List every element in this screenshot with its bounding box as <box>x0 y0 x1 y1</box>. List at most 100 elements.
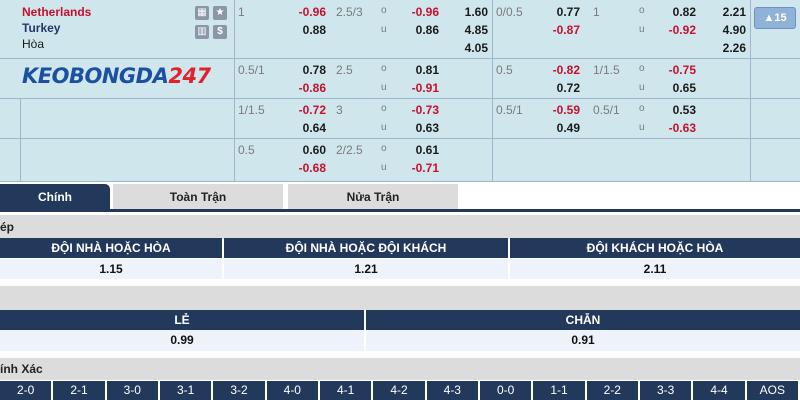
over-label: o <box>639 103 645 114</box>
score-column-header: 2-1 <box>53 381 105 400</box>
odds-value[interactable]: -0.91 <box>393 81 439 95</box>
under-label: u <box>381 122 387 133</box>
odds-value[interactable]: -0.73 <box>393 103 439 117</box>
draw-label: Hòa <box>22 37 45 51</box>
double-chance-value-row: 1.15 1.21 2.11 <box>0 259 800 279</box>
under-label: u <box>639 82 645 93</box>
score-column-header: AOS <box>746 381 798 400</box>
chart-icon[interactable]: ▥ <box>195 25 209 39</box>
odds-value[interactable]: 2.21 <box>700 5 746 19</box>
total-line: 0.5/1 <box>593 103 620 117</box>
odds-value[interactable]: -0.68 <box>280 161 326 175</box>
over-label: o <box>381 143 387 154</box>
home-team-name[interactable]: Netherlands <box>22 5 91 19</box>
odds-value[interactable]: 0.88 <box>280 23 326 37</box>
odds-value[interactable]: -0.86 <box>280 81 326 95</box>
odds-value[interactable]: -0.92 <box>650 23 696 37</box>
odds-value[interactable]: -0.72 <box>280 103 326 117</box>
double-chance-header-row: ĐỘI NHÀ HOẶC HÒA ĐỘI NHÀ HOẶC ĐỘI KHÁCH … <box>0 238 800 258</box>
over-label: o <box>381 103 387 114</box>
section-title-odd-even <box>0 286 800 310</box>
tab-underline <box>0 209 800 212</box>
odds-value[interactable]: 0.60 <box>280 143 326 157</box>
odds-value[interactable]: 0.86 <box>393 23 439 37</box>
odds-value[interactable]: -0.96 <box>280 5 326 19</box>
correct-score-header-row: 2-0 2-1 3-0 3-1 3-2 4-0 4-1 4-2 4-3 0-0 1-1 2-2 3-3 4… <box>0 381 800 400</box>
score-column-header: 4-0 <box>266 381 318 400</box>
section-title-double-chance: ép <box>0 215 800 239</box>
over-label: o <box>381 5 387 16</box>
odds-value[interactable]: 4.90 <box>700 23 746 37</box>
away-team-name[interactable]: Turkey <box>22 21 60 35</box>
under-label: u <box>639 24 645 35</box>
odd-even-value-row: 0.99 0.91 <box>0 330 800 351</box>
total-line: 1 <box>593 5 600 19</box>
over-label: o <box>639 63 645 74</box>
odds-value[interactable]: -0.96 <box>393 5 439 19</box>
odds-value[interactable]: 4.05 <box>444 41 488 55</box>
tab-main[interactable]: Chính <box>0 184 110 210</box>
more-markets-button[interactable]: ▲15 <box>754 7 796 29</box>
odds-value[interactable]: 0.82 <box>650 5 696 19</box>
handicap-line: 1/1.5 <box>238 103 265 117</box>
odds-value[interactable]: 0.81 <box>393 63 439 77</box>
score-column-header: 3-1 <box>160 381 212 400</box>
odds-value[interactable]: -0.71 <box>393 161 439 175</box>
odds-value[interactable]: 2.26 <box>700 41 746 55</box>
column-header: ĐỘI KHÁCH HOẶC HÒA <box>510 238 800 258</box>
section-title-correct-score: ính Xác <box>0 358 800 380</box>
site-logo: KEOBONGDA247 <box>22 64 211 88</box>
odds-table: Netherlands Turkey Hòa ▦ ★ ▥ $ KEOBONGDA… <box>0 0 800 182</box>
odds-value[interactable]: 4.85 <box>444 23 488 37</box>
odds-value[interactable]: 0.61 <box>393 143 439 157</box>
odds-value[interactable]: 0.53 <box>650 103 696 117</box>
under-label: u <box>381 24 387 35</box>
score-column-header: 4-1 <box>320 381 372 400</box>
odds-value[interactable]: -0.63 <box>650 121 696 135</box>
odds-value[interactable]: 0.63 <box>393 121 439 135</box>
odds-value[interactable]: -0.87 <box>534 23 580 37</box>
row-divider <box>0 181 800 182</box>
odds-value[interactable]: -0.82 <box>534 63 580 77</box>
odds-value[interactable]: 2.11 <box>510 259 800 279</box>
column-header: CHẴN <box>366 310 800 330</box>
score-column-header: 4-3 <box>426 381 478 400</box>
score-column-header: 4-2 <box>373 381 425 400</box>
column-header: ĐỘI NHÀ HOẶC ĐỘI KHÁCH <box>224 238 508 258</box>
odds-value[interactable]: 1.21 <box>224 259 508 279</box>
handicap-line: 0.5/1 <box>238 63 265 77</box>
odds-value[interactable]: 0.64 <box>280 121 326 135</box>
odds-value[interactable]: 0.77 <box>534 5 580 19</box>
handicap-line: 0.5 <box>238 143 255 157</box>
odds-value[interactable]: 1.60 <box>444 5 488 19</box>
odds-value[interactable]: 1.15 <box>0 259 222 279</box>
odds-value[interactable]: -0.75 <box>650 63 696 77</box>
over-label: o <box>639 5 645 16</box>
star-icon[interactable]: ★ <box>213 6 227 20</box>
col-divider <box>20 98 21 182</box>
odds-value[interactable]: 0.72 <box>534 81 580 95</box>
under-label: u <box>639 122 645 133</box>
dollar-icon[interactable]: $ <box>213 25 227 39</box>
tab-full-match[interactable]: Toàn Trận <box>113 184 283 210</box>
odds-value[interactable]: 0.78 <box>280 63 326 77</box>
row-divider <box>0 58 800 59</box>
under-label: u <box>381 162 387 173</box>
col-divider <box>492 0 493 182</box>
score-column-header: 0-0 <box>480 381 532 400</box>
row-divider <box>0 98 800 99</box>
total-line: 1/1.5 <box>593 63 620 77</box>
odds-value[interactable]: -0.59 <box>534 103 580 117</box>
tab-half-match[interactable]: Nửa Trận <box>288 184 458 210</box>
row-divider <box>0 138 800 139</box>
odds-value[interactable]: 0.91 <box>366 330 800 351</box>
handicap-line: 0.5/1 <box>496 103 523 117</box>
odds-value[interactable]: 0.99 <box>0 330 364 351</box>
odds-value[interactable]: 0.65 <box>650 81 696 95</box>
score-column-header: 2-2 <box>586 381 638 400</box>
odds-value[interactable]: 0.49 <box>534 121 580 135</box>
score-column-header: 3-0 <box>106 381 158 400</box>
score-column-header: 3-2 <box>213 381 265 400</box>
col-divider <box>750 0 751 182</box>
stats-icon[interactable]: ▦ <box>195 6 209 20</box>
